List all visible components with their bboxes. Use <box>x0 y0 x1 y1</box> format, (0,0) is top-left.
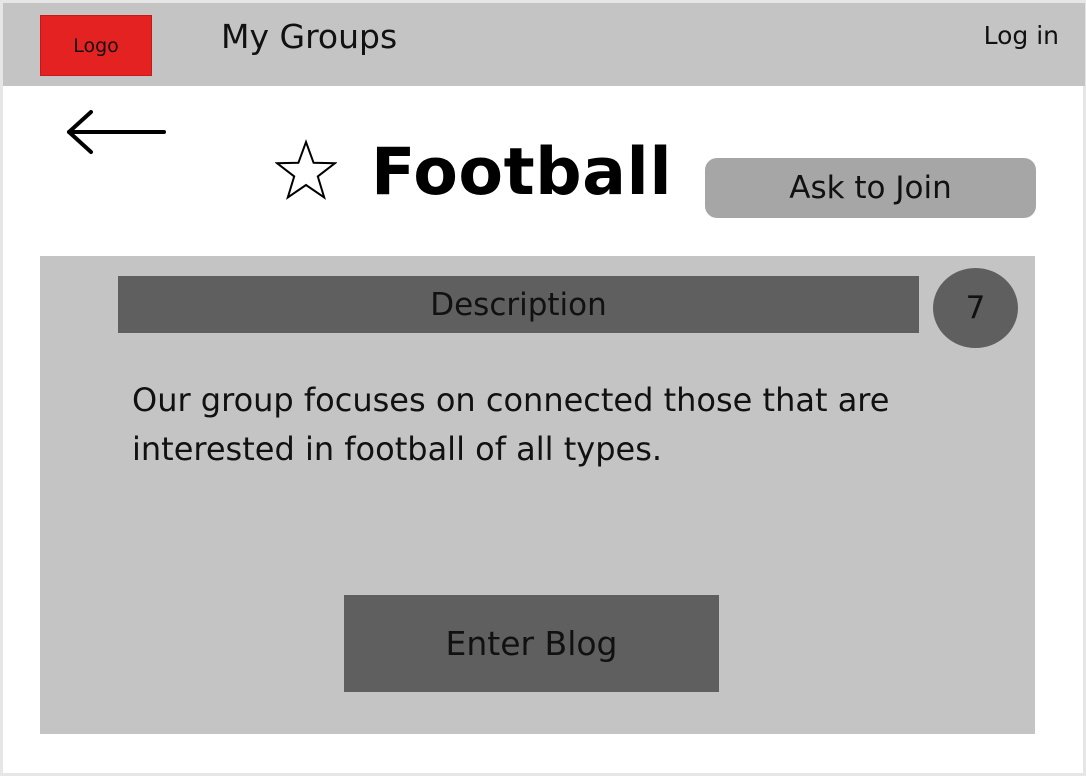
favorite-star-icon[interactable] <box>274 138 338 202</box>
star-outline-icon <box>274 139 338 200</box>
member-count-badge: 7 <box>933 268 1018 348</box>
enter-blog-button[interactable]: Enter Blog <box>344 595 719 692</box>
group-title: Football <box>371 135 673 210</box>
logo[interactable]: Logo <box>40 15 152 76</box>
login-link[interactable]: Log in <box>984 23 1059 48</box>
description-text: Our group focuses on connected those tha… <box>132 381 890 468</box>
top-nav-bar: Logo My Groups Log in <box>3 3 1085 86</box>
description-heading: Description <box>118 276 919 333</box>
left-arrow-icon <box>67 110 166 154</box>
group-panel: Description 7 Our group focuses on conne… <box>40 256 1035 734</box>
nav-title-my-groups[interactable]: My Groups <box>221 20 397 53</box>
page: Logo My Groups Log in Football Ask to Jo… <box>3 3 1085 773</box>
ask-to-join-button[interactable]: Ask to Join <box>705 158 1036 218</box>
back-button[interactable] <box>65 108 167 156</box>
